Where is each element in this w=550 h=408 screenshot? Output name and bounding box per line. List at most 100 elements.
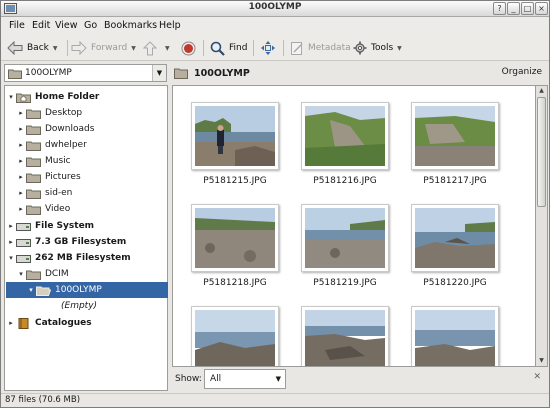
collapsed-triangle-icon[interactable]: ▸ [6, 238, 16, 246]
thumbnail-image[interactable] [411, 306, 499, 366]
tree-item-downloads[interactable]: ▸ Downloads [16, 121, 94, 137]
collapsed-triangle-icon[interactable]: ▸ [16, 109, 26, 117]
collapsed-triangle-icon[interactable]: ▸ [16, 125, 26, 133]
folder-icon [26, 205, 41, 215]
thumbnail-image[interactable] [191, 204, 279, 272]
tree-item-video[interactable]: ▸ Video [16, 201, 70, 217]
tree-item-label: sid-en [45, 188, 73, 198]
tree-item-label: Catalogues [35, 318, 92, 328]
tree-item-label: dwhelper [45, 140, 87, 150]
thumbnail-item[interactable]: P5181220.JPG [411, 204, 499, 288]
location-combo[interactable]: 100OLYMP ▼ [4, 64, 167, 82]
thumbnail-item[interactable] [301, 306, 389, 366]
tree-item-catalogues[interactable]: ▸ Catalogues [6, 315, 92, 331]
menu-go[interactable]: Go [84, 20, 97, 31]
minimize-button[interactable]: _ [507, 2, 520, 15]
chevron-down-icon[interactable]: ▼ [152, 65, 166, 81]
thumbnail-image[interactable] [301, 306, 389, 366]
thumbnail-item[interactable]: P5181219.JPG [301, 204, 389, 288]
find-label: Find [229, 43, 248, 53]
tools-button[interactable]: Tools ▼ [353, 38, 402, 58]
organize-button[interactable]: Organize [502, 67, 542, 77]
help-window-button[interactable]: ? [493, 2, 506, 15]
stop-record-icon [181, 41, 196, 55]
close-filter-icon[interactable]: ✕ [533, 372, 541, 382]
chevron-down-icon[interactable]: ▼ [131, 45, 136, 52]
collapsed-triangle-icon[interactable]: ▸ [16, 205, 26, 213]
find-button[interactable]: Find [210, 38, 247, 58]
menu-edit[interactable]: Edit [32, 20, 50, 31]
expanded-triangle-icon[interactable]: ▾ [6, 254, 16, 262]
thumbnail-item[interactable]: P5181215.JPG [191, 102, 279, 186]
status-bar: 87 files (70.6 MB) [1, 393, 549, 407]
tree-item-file-system[interactable]: ▸ File System [6, 218, 94, 234]
collapsed-triangle-icon[interactable]: ▸ [16, 157, 26, 165]
tree-item-label: File System [35, 221, 95, 231]
thumbnail-item[interactable] [191, 306, 279, 366]
thumbnail-image[interactable] [301, 204, 389, 272]
thumbnail-filename: P5181219.JPG [313, 278, 377, 288]
toolbar-separator [203, 40, 204, 56]
thumbnail-image[interactable] [191, 306, 279, 366]
up-arrow-icon [143, 40, 157, 55]
photo-rocks-sea [415, 208, 495, 268]
tree-item-label: Home Folder [35, 92, 100, 102]
scrollbar-thumb[interactable] [537, 97, 546, 207]
tree-item-desktop[interactable]: ▸ Desktop [16, 105, 82, 121]
collapsed-triangle-icon[interactable]: ▸ [16, 189, 26, 197]
photo-cliff-shore [415, 106, 495, 166]
chevron-down-icon[interactable]: ▼ [165, 45, 170, 52]
tree-item-262mb-filesystem[interactable]: ▾ 262 MB Filesystem [6, 250, 130, 266]
thumbnail-image[interactable] [191, 102, 279, 170]
expanded-triangle-icon[interactable]: ▾ [16, 270, 26, 278]
folder-icon [26, 141, 41, 151]
back-button[interactable]: Back ▼ [7, 38, 57, 58]
thumbnail-item[interactable]: P5181218.JPG [191, 204, 279, 288]
maximize-button[interactable]: □ [521, 2, 534, 15]
tree-item-dcim[interactable]: ▾ DCIM [16, 266, 69, 282]
tree-item-empty: (Empty) [61, 298, 97, 314]
menu-bookmarks[interactable]: Bookmarks [104, 20, 157, 31]
collapsed-triangle-icon[interactable]: ▸ [16, 141, 26, 149]
close-window-button[interactable]: × [535, 2, 548, 15]
scroll-down-icon[interactable]: ▼ [536, 356, 547, 366]
fullscreen-button[interactable] [260, 38, 276, 58]
expanded-triangle-icon[interactable]: ▾ [6, 93, 16, 101]
move-arrows-icon [261, 41, 275, 55]
menu-view[interactable]: View [55, 20, 78, 31]
tree-item-7gb-filesystem[interactable]: ▸ 7.3 GB Filesystem [6, 234, 126, 250]
thumbnail-item[interactable] [411, 306, 499, 366]
thumbnail-item[interactable]: P5181217.JPG [411, 102, 499, 186]
chevron-down-icon[interactable]: ▼ [53, 45, 58, 52]
up-button[interactable]: ▼ [143, 38, 170, 58]
tree-item-label: DCIM [45, 269, 69, 279]
collapsed-triangle-icon[interactable]: ▸ [6, 319, 16, 327]
tree-item-label: Pictures [45, 172, 81, 182]
vertical-scrollbar[interactable]: ▲ ▼ [536, 85, 548, 367]
tree-item-music[interactable]: ▸ Music [16, 153, 71, 169]
thumbnail-filename: P5181218.JPG [203, 278, 267, 288]
menu-help[interactable]: Help [159, 20, 181, 31]
photo-stony-beach [195, 208, 275, 268]
forward-button[interactable]: Forward ▼ [71, 38, 136, 58]
thumbnail-item[interactable]: P5181216.JPG [301, 102, 389, 186]
thumbnail-image[interactable] [411, 204, 499, 272]
back-arrow-icon [7, 41, 23, 55]
tree-item-100olymp[interactable]: ▾ 100OLYMP [6, 282, 168, 298]
thumbnail-image[interactable] [301, 102, 389, 170]
menu-file[interactable]: File [9, 20, 25, 31]
collapsed-triangle-icon[interactable]: ▸ [6, 222, 16, 230]
tree-item-home-folder[interactable]: ▾ Home Folder [6, 89, 99, 105]
show-filter-select[interactable]: All ▼ [204, 369, 286, 389]
tree-item-pictures[interactable]: ▸ Pictures [16, 169, 81, 185]
thumbnail-image[interactable] [411, 102, 499, 170]
tree-item-sid-en[interactable]: ▸ sid-en [16, 185, 72, 201]
tree-item-dwhelper[interactable]: ▸ dwhelper [16, 137, 87, 153]
show-label: Show: [175, 374, 202, 384]
expanded-triangle-icon[interactable]: ▾ [26, 286, 36, 294]
metadata-button[interactable]: Metadata [290, 38, 351, 58]
scroll-up-icon[interactable]: ▲ [536, 86, 547, 96]
tree-item-label: Downloads [45, 124, 95, 134]
collapsed-triangle-icon[interactable]: ▸ [16, 173, 26, 181]
record-button[interactable] [181, 38, 196, 58]
